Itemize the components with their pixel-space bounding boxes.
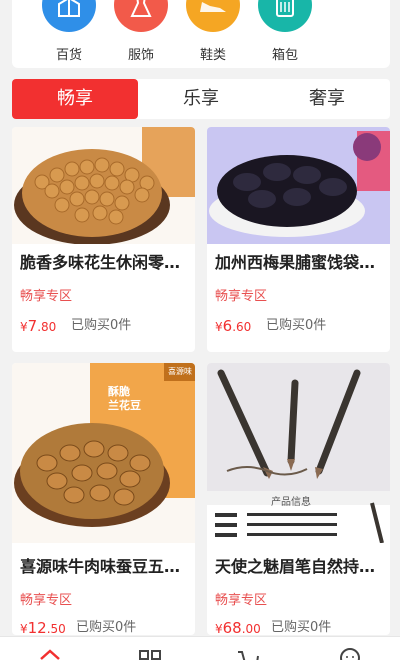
product-sold: 已购买0件: [71, 318, 132, 333]
product-title[interactable]: 加州西梅果脯蜜饯袋装零食: [215, 251, 383, 275]
product-title[interactable]: 脆香多味花生休闲零食坚果: [20, 251, 188, 275]
product-zone: 畅享专区: [215, 593, 268, 608]
product-info-label: 产品信息: [271, 497, 311, 508]
package-brand: 喜源味: [168, 367, 192, 376]
category-label: 服饰: [127, 48, 154, 63]
product-card[interactable]: 脆香多味花生休闲零食坚果 畅享专区 ¥7.80 已购买0件: [12, 127, 195, 352]
product-sold: 已购买0件: [271, 620, 332, 635]
price-integer: 12: [27, 619, 47, 635]
product-sold: 已购买0件: [76, 620, 137, 635]
home-icon[interactable]: [39, 647, 61, 660]
product-card[interactable]: 产品信息 天使之魅眉笔自然持久防水 畅享专区 ¥68.00 已购买0件: [207, 363, 390, 635]
price-currency: ¥: [215, 320, 223, 334]
category-label: 鞋类: [199, 48, 226, 63]
price-currency: ¥: [20, 622, 28, 635]
product-sold: 已购买0件: [266, 318, 327, 333]
price-decimal: .80: [37, 320, 57, 334]
price-decimal: .60: [232, 320, 252, 334]
product-price: ¥6.60: [215, 315, 251, 338]
category-icon[interactable]: [139, 647, 161, 660]
tab-changxiang[interactable]: 畅享: [12, 79, 138, 119]
category-label: 箱包: [271, 48, 298, 63]
zone-tabs: 畅享 乐享 奢享: [12, 79, 390, 119]
price-decimal: .00: [241, 622, 261, 635]
product-zone: 畅享专区: [20, 289, 73, 304]
price-integer: 7: [27, 317, 38, 335]
product-price: ¥68.00: [215, 617, 261, 635]
gift-icon: [42, 0, 96, 32]
package-line: 兰花豆: [108, 399, 141, 412]
bottom-nav: [0, 636, 400, 660]
tab-shexiang[interactable]: 奢享: [264, 79, 390, 119]
dress-icon: [114, 0, 168, 32]
product-zone: 畅享专区: [215, 289, 268, 304]
user-icon[interactable]: [339, 647, 361, 660]
product-image: 产品信息: [207, 363, 390, 543]
product-price: ¥7.80: [20, 315, 56, 338]
product-card[interactable]: 喜源味 酥脆 兰花豆 喜源味牛肉味蚕豆五香休闲 畅享专区 ¥12.50 已购买0…: [12, 363, 195, 635]
shoe-icon: [186, 0, 240, 32]
price-integer: 68: [222, 619, 242, 635]
product-card[interactable]: 加州西梅果脯蜜饯袋装零食 畅享专区 ¥6.60 已购买0件: [207, 127, 390, 352]
cart-icon[interactable]: [237, 647, 259, 660]
product-price: ¥12.50: [20, 617, 66, 635]
product-image: [207, 127, 390, 244]
product-title[interactable]: 喜源味牛肉味蚕豆五香休闲: [20, 555, 188, 579]
price-integer: 6: [222, 317, 233, 335]
tab-lexiang[interactable]: 乐享: [138, 79, 264, 119]
price-decimal: .50: [46, 622, 66, 635]
product-image: 喜源味 酥脆 兰花豆: [12, 363, 195, 543]
category-strip: 百货 服饰 鞋类 箱包: [12, 0, 390, 68]
product-zone: 畅享专区: [20, 593, 73, 608]
price-currency: ¥: [20, 320, 28, 334]
category-label: 百货: [55, 48, 82, 63]
luggage-icon: [258, 0, 312, 32]
product-title[interactable]: 天使之魅眉笔自然持久防水: [215, 555, 383, 579]
product-image: [12, 127, 195, 244]
price-currency: ¥: [215, 622, 223, 635]
